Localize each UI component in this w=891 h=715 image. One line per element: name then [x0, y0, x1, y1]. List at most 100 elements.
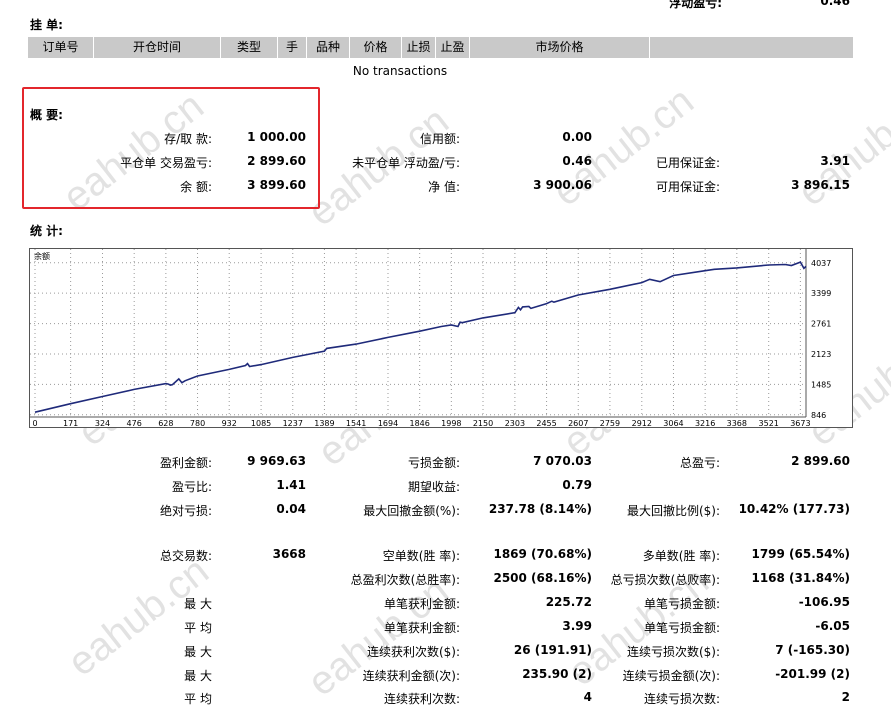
stat-value: 7 (-165.30) [775, 643, 850, 657]
stat-value: 2500 (68.16%) [493, 571, 592, 585]
stat-label: 连续亏损次数: [643, 692, 720, 706]
summary-value: 3.91 [820, 154, 850, 168]
stat-label: 总盈亏: [679, 456, 720, 470]
stat-value: 1799 (65.54%) [751, 547, 850, 561]
col-type[interactable]: 类型 [221, 37, 278, 58]
y-tick-label: 3399 [811, 289, 831, 298]
stat-label: 期望收益: [407, 480, 460, 494]
y-tick-label: 846 [811, 411, 826, 420]
stat-value: 3.99 [562, 619, 592, 633]
x-tick-label: 324 [95, 419, 110, 427]
summary-value: 2 899.60 [247, 154, 306, 168]
y-tick-label: 4037 [811, 259, 831, 268]
x-tick-label: 1389 [314, 419, 334, 427]
col-market-price[interactable]: 市场价格 [470, 37, 650, 58]
summary-value: 3 896.15 [791, 178, 850, 192]
x-tick-label: 0 [32, 419, 37, 427]
x-tick-label: 476 [127, 419, 142, 427]
summary-label: 平仓单 交易盈亏: [120, 156, 212, 170]
balance-chart: 0 171 324 476 628 780 932 1085 1237 1389 1541 1694 1… [29, 248, 853, 428]
summary-value: 1 000.00 [247, 130, 306, 144]
col-order-id[interactable]: 订单号 [28, 37, 94, 58]
stat-label: 连续获利次数: [383, 692, 460, 706]
x-tick-label: 780 [190, 419, 205, 427]
x-tick-label: 1237 [283, 419, 303, 427]
floating-pl-value: 0.46 [820, 0, 850, 8]
x-tick-label: 628 [158, 419, 173, 427]
stat-label: 绝对亏损: [159, 504, 212, 518]
stat-label: 单笔亏损金额: [643, 621, 720, 635]
stat-value: 7 070.03 [533, 454, 592, 468]
pending-orders-title: 挂 单: [30, 18, 63, 32]
stat-label: 单笔获利金额: [383, 597, 460, 611]
y-tick-label: 2123 [811, 350, 831, 359]
x-tick-label: 3216 [695, 419, 715, 427]
stat-value: 10.42% (177.73) [738, 502, 850, 516]
summary-label: 存/取 款: [164, 132, 212, 146]
stat-label: 平 均 [184, 692, 212, 706]
x-tick-label: 1846 [409, 419, 429, 427]
col-stop-loss[interactable]: 止损 [402, 37, 436, 58]
stat-value: -106.95 [798, 595, 850, 609]
col-open-time[interactable]: 开仓时间 [94, 37, 221, 58]
stat-label: 总交易数: [159, 549, 212, 563]
x-tick-label: 3368 [727, 419, 747, 427]
stat-label: 连续获利金额(次): [362, 669, 460, 683]
summary-value: 0.46 [562, 154, 592, 168]
stat-value: 26 (191.91) [513, 643, 592, 657]
summary-label: 信用额: [419, 132, 460, 146]
summary-label: 未平仓单 浮动盈/亏: [352, 156, 460, 170]
stat-value: 1869 (70.68%) [493, 547, 592, 561]
balance-line [34, 261, 807, 413]
stat-value: 4 [583, 690, 592, 704]
stat-value: 235.90 (2) [522, 667, 592, 681]
x-tick-label: 932 [222, 419, 237, 427]
x-tick-label: 1694 [378, 419, 398, 427]
x-tick-label: 2607 [568, 419, 588, 427]
stat-label: 单笔获利金额: [383, 621, 460, 635]
floating-pl-label: 浮动盈亏: [669, 0, 722, 10]
watermark: eahub.cn [790, 78, 891, 215]
summary-label: 已用保证金: [655, 156, 720, 170]
watermark: eahub.cn [60, 548, 217, 685]
stat-label: 连续亏损金额(次): [622, 669, 720, 683]
x-tick-label: 3521 [759, 419, 779, 427]
summary-title: 概 要: [30, 108, 63, 122]
col-price[interactable]: 价格 [350, 37, 402, 58]
col-blank [650, 37, 853, 58]
stat-value: 3668 [272, 547, 306, 561]
stat-label: 最大回撤金额(%): [363, 504, 460, 518]
col-take-profit[interactable]: 止盈 [436, 37, 470, 58]
summary-label: 净 值: [428, 180, 460, 194]
summary-value: 0.00 [562, 130, 592, 144]
stat-label: 最 大 [184, 645, 212, 659]
stat-label: 连续亏损次数($): [626, 645, 720, 659]
stat-value: 237.78 (8.14%) [488, 502, 592, 516]
x-tick-label: 1085 [251, 419, 271, 427]
stat-label: 多单数(胜 率): [642, 549, 720, 563]
stat-value: 0.04 [276, 502, 306, 516]
stat-label: 最大回撤比例($): [626, 504, 720, 518]
summary-value: 3 900.06 [533, 178, 592, 192]
watermark: eahub.cn [300, 568, 457, 705]
balance-chart-svg: 0 171 324 476 628 780 932 1085 1237 1389 1541 1694 1… [30, 249, 831, 428]
x-tick-label: 3673 [790, 419, 810, 427]
stat-label: 亏损金额: [407, 456, 460, 470]
col-symbol[interactable]: 品种 [307, 37, 350, 58]
stat-value: 225.72 [545, 595, 592, 609]
stat-label: 总盈利次数(总胜率): [350, 573, 460, 587]
stat-value: 9 969.63 [247, 454, 306, 468]
stat-label: 盈利金额: [159, 456, 212, 470]
stat-value: -6.05 [815, 619, 850, 633]
stat-label: 单笔亏损金额: [643, 597, 720, 611]
no-transactions-text: No transactions [352, 64, 448, 78]
x-tick-label: 3064 [663, 419, 683, 427]
y-tick-label: 2761 [811, 320, 831, 329]
summary-label: 余 额: [180, 180, 212, 194]
x-tick-label: 171 [63, 419, 78, 427]
stat-label: 最 大 [184, 669, 212, 683]
x-tick-label: 2455 [536, 419, 556, 427]
x-tick-label: 2912 [632, 419, 652, 427]
col-lots[interactable]: 手 [278, 37, 307, 58]
x-tick-label: 2759 [600, 419, 620, 427]
